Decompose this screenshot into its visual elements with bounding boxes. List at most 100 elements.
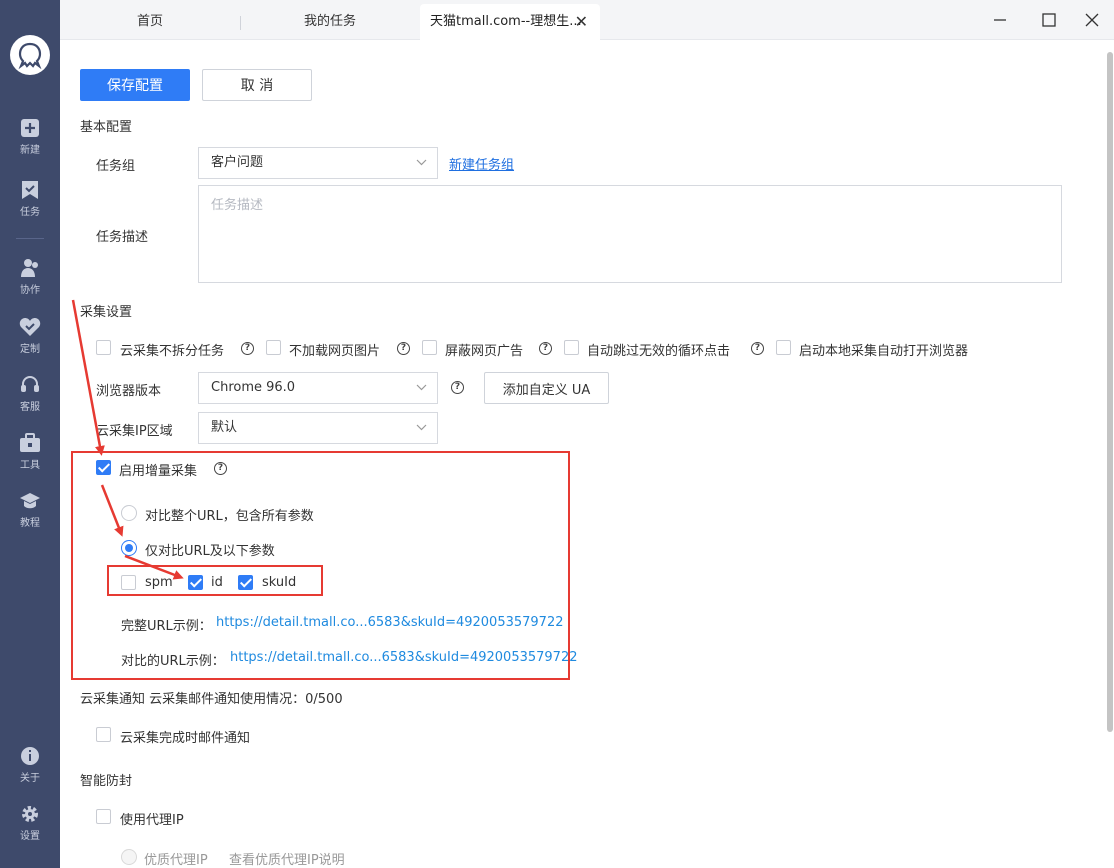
maximize-icon[interactable] [1037, 8, 1061, 32]
add-custom-ua-button[interactable]: 添加自定义 UA [484, 372, 609, 404]
browser-version-select[interactable]: Chrome 96.0 [198, 372, 438, 404]
tab-current-task[interactable]: 天猫tmall.com--理想生... ✕ [420, 4, 600, 40]
checkbox-label: 云采集完成时邮件通知 [120, 731, 251, 746]
sidebar-item-about[interactable]: 关于 [0, 746, 60, 798]
compare-url-example-label: 对比的URL示例： [121, 654, 225, 669]
checkbox-label: 云采集不拆分任务 [120, 344, 225, 359]
help-icon[interactable]: ? [214, 462, 227, 475]
radio-label: 对比整个URL，包含所有参数 [145, 509, 314, 524]
graduation-cap-icon [20, 493, 40, 509]
heart-check-icon [19, 318, 41, 336]
checkbox-label: 屏蔽网页广告 [445, 344, 524, 359]
task-group-select[interactable]: 客户问题 [198, 147, 438, 179]
radio-label: 仅对比URL及以下参数 [145, 544, 275, 559]
checkbox-param-spm[interactable] [121, 575, 136, 590]
sidebar-divider [16, 238, 44, 239]
checkbox-label: 不加载网页图片 [289, 344, 381, 359]
task-settings-panel: 保存配置 取 消 基本配置 任务组 客户问题 新建任务组 任务描述 采集设置 云… [60, 40, 1114, 868]
full-url-example-link[interactable]: https://detail.tmall.co...6583&skuId=492… [216, 615, 563, 630]
task-desc-input[interactable] [198, 185, 1062, 283]
tab-bar: 首页 我的任务 天猫tmall.com--理想生... ✕ [60, 0, 1114, 40]
tab-home[interactable]: 首页 [60, 4, 240, 40]
browser-version-label: 浏览器版本 [96, 384, 162, 399]
help-icon[interactable]: ? [451, 381, 464, 394]
checkbox-skip-invalid-loop[interactable] [564, 340, 579, 355]
browser-version-value: Chrome 96.0 [211, 380, 296, 395]
help-icon[interactable]: ? [397, 342, 410, 355]
help-icon[interactable]: ? [539, 342, 552, 355]
quality-proxy-info-link[interactable]: 查看优质代理IP说明 [229, 849, 345, 868]
checkbox-label: skuId [262, 575, 297, 590]
checkbox-param-id[interactable] [188, 575, 203, 590]
radio-compare-full-url[interactable] [121, 505, 137, 521]
task-desc-label: 任务描述 [96, 230, 149, 245]
sidebar: 新建 任务 协作 定制 客服 工具 教程 关于 设置 [0, 0, 60, 868]
cancel-button[interactable]: 取 消 [202, 69, 312, 101]
cloud-ip-region-select[interactable]: 默认 [198, 412, 438, 444]
toolbox-icon [20, 433, 40, 452]
section-basic-title: 基本配置 [80, 120, 133, 135]
new-task-group-link[interactable]: 新建任务组 [449, 154, 514, 173]
headset-icon [21, 376, 39, 392]
help-icon[interactable]: ? [751, 342, 764, 355]
checkbox-label: 启动本地采集自动打开浏览器 [799, 344, 969, 359]
checkbox-auto-open-browser[interactable] [776, 340, 791, 355]
cloud-ip-region-value: 默认 [211, 420, 238, 435]
checkbox-label: 启用增量采集 [119, 464, 198, 479]
sidebar-item-custom[interactable]: 定制 [0, 317, 60, 369]
checkbox-enable-incremental[interactable] [96, 460, 111, 475]
section-notify-title: 云采集通知 云采集邮件通知使用情况：0/500 [80, 692, 343, 707]
sidebar-item-label: 定制 [20, 344, 40, 355]
sidebar-item-settings[interactable]: 设置 [0, 804, 60, 856]
sidebar-item-label: 关于 [20, 773, 40, 784]
sidebar-item-label: 任务 [20, 207, 40, 218]
chevron-down-icon [416, 384, 427, 391]
tab-my-tasks[interactable]: 我的任务 [241, 4, 419, 40]
checkbox-block-ads[interactable] [422, 340, 437, 355]
sidebar-item-label: 教程 [20, 518, 40, 529]
checkbox-label: 使用代理IP [120, 813, 184, 828]
sidebar-item-tasks[interactable]: 任务 [0, 180, 60, 232]
scrollbar-thumb[interactable] [1107, 52, 1113, 732]
sidebar-item-new[interactable]: 新建 [0, 118, 60, 170]
save-config-button[interactable]: 保存配置 [80, 69, 190, 101]
checkbox-label: spm [145, 575, 173, 590]
help-icon[interactable]: ? [241, 342, 254, 355]
radio-label: 优质代理IP [144, 853, 208, 868]
chevron-down-icon [416, 424, 427, 431]
compare-url-example-link[interactable]: https://detail.tmall.co...6583&skuId=492… [230, 650, 577, 665]
sidebar-item-tutorial[interactable]: 教程 [0, 491, 60, 543]
tab-label: 天猫tmall.com--理想生... [430, 14, 582, 29]
radio-quality-proxy[interactable] [121, 849, 137, 865]
section-collect-title: 采集设置 [80, 305, 133, 320]
checkbox-param-skuid[interactable] [238, 575, 253, 590]
radio-compare-partial-url[interactable] [121, 540, 137, 556]
minimize-icon[interactable] [988, 8, 1012, 32]
sidebar-item-tools[interactable]: 工具 [0, 433, 60, 485]
sidebar-item-label: 客服 [20, 402, 40, 413]
full-url-example-label: 完整URL示例： [121, 619, 212, 634]
close-window-icon[interactable] [1080, 8, 1104, 32]
sidebar-item-collab[interactable]: 协作 [0, 258, 60, 310]
tab-close-icon[interactable]: ✕ [575, 4, 588, 40]
checkbox-cloud-no-split[interactable] [96, 340, 111, 355]
people-icon [21, 259, 38, 277]
plus-square-icon [21, 119, 39, 137]
checkbox-no-images[interactable] [266, 340, 281, 355]
sidebar-item-service[interactable]: 客服 [0, 375, 60, 427]
task-flag-icon [22, 181, 38, 199]
sidebar-item-label: 工具 [20, 460, 40, 471]
sidebar-item-label: 设置 [20, 831, 40, 842]
task-group-label: 任务组 [96, 159, 136, 174]
info-icon [21, 747, 39, 765]
sidebar-item-label: 协作 [20, 285, 40, 296]
sidebar-item-label: 新建 [20, 145, 40, 156]
section-antiblock-title: 智能防封 [80, 774, 133, 789]
task-group-value: 客户问题 [211, 155, 264, 170]
app-logo-octopus-icon[interactable] [10, 35, 50, 75]
checkbox-use-proxy[interactable] [96, 809, 111, 824]
chevron-down-icon [416, 159, 427, 166]
checkbox-label: 自动跳过无效的循环点击 [587, 344, 731, 359]
checkbox-email-notify[interactable] [96, 727, 111, 742]
cloud-ip-region-label: 云采集IP区域 [96, 424, 173, 439]
